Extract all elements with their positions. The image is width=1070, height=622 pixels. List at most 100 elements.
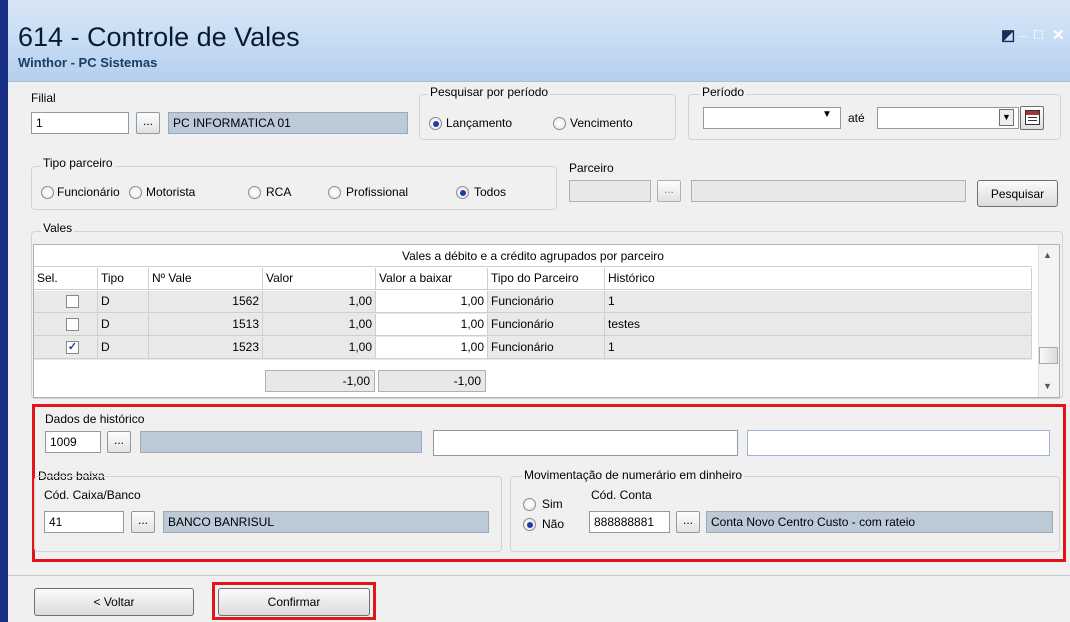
column-header-tipo-parceiro[interactable]: Tipo do Parceiro (488, 268, 605, 290)
parceiro-lookup-button[interactable]: ... (657, 180, 681, 202)
historico-lookup-button[interactable]: ... (107, 431, 131, 453)
radio-profissional-label: Profissional (346, 185, 409, 199)
cell-valor-baixar[interactable]: 1,00 (376, 291, 488, 313)
caixa-name-field: BANCO BANRISUL (163, 511, 489, 533)
cell-valor: 1,00 (263, 337, 376, 359)
cell-tipo: D (98, 291, 149, 313)
historico-field-3[interactable] (747, 430, 1050, 456)
radio-vencimento[interactable] (553, 117, 566, 130)
scrollbar-thumb[interactable] (1039, 347, 1058, 364)
movimentacao-label: Movimentação de numerário em dinheiro (522, 468, 745, 482)
filial-lookup-button[interactable]: ... (136, 112, 160, 134)
parceiro-label: Parceiro (569, 161, 614, 175)
caixa-code-input[interactable]: 41 (44, 511, 124, 533)
historico-field-2[interactable] (433, 430, 738, 456)
periodo-label: Período (700, 85, 747, 99)
cod-conta-label: Cód. Conta (591, 488, 652, 502)
periodo-to-input[interactable] (877, 107, 1019, 129)
dados-historico-label: Dados de histórico (45, 412, 145, 426)
row-checkbox[interactable] (66, 295, 79, 308)
row-select-cell (34, 314, 98, 336)
conta-code-input[interactable]: 888888881 (589, 511, 670, 533)
footer-divider (8, 575, 1070, 576)
conta-name-field: Conta Novo Centro Custo - com rateio (706, 511, 1053, 533)
radio-lancamento-label: Lançamento (446, 116, 513, 130)
column-header-sel[interactable]: Sel. (34, 268, 98, 290)
radio-funcionario[interactable] (41, 186, 54, 199)
caixa-banco-label: Cód. Caixa/Banco (44, 488, 141, 502)
row-select-cell: ✓ (34, 337, 98, 359)
radio-sim[interactable] (523, 498, 536, 511)
window-subtitle: Winthor - PC Sistemas (18, 55, 158, 70)
radio-lancamento[interactable] (429, 117, 442, 130)
cell-tipo: D (98, 314, 149, 336)
column-header-valor[interactable]: Valor (263, 268, 376, 290)
radio-sim-label: Sim (542, 497, 563, 511)
maximize-button[interactable]: □ (1034, 26, 1043, 43)
confirmar-button[interactable]: Confirmar (218, 588, 370, 616)
pesquisar-button[interactable]: Pesquisar (977, 180, 1058, 207)
parceiro-code-input[interactable] (569, 180, 651, 202)
periodo-to-dropdown-icon[interactable]: ▼ (999, 109, 1014, 126)
cell-tipo-parceiro: Funcionário (488, 314, 605, 336)
calendar-button[interactable] (1020, 106, 1044, 130)
radio-rca-label: RCA (266, 185, 292, 199)
conta-lookup-button[interactable]: ... (676, 511, 700, 533)
radio-motorista-label: Motorista (146, 185, 196, 199)
radio-todos[interactable] (456, 186, 469, 199)
column-header-valor-baixar[interactable]: Valor a baixar (376, 268, 488, 290)
filial-name-field: PC INFORMATICA 01 (168, 112, 408, 134)
filial-label: Filial (31, 91, 56, 105)
total-valor: -1,00 (265, 370, 375, 392)
vales-label: Vales (41, 221, 75, 235)
window-left-border (0, 0, 8, 622)
radio-funcionario-label: Funcionário (57, 185, 120, 199)
cell-valor: 1,00 (263, 314, 376, 336)
periodo-ate-label: até (848, 111, 865, 125)
total-valor-baixar: -1,00 (378, 370, 486, 392)
column-header-historico[interactable]: Histórico (605, 268, 1032, 290)
cell-tipo-parceiro: Funcionário (488, 291, 605, 313)
scroll-up-icon[interactable]: ▲ (1043, 250, 1052, 260)
minimize-button[interactable]: _ (1019, 22, 1027, 39)
cell-tipo-parceiro: Funcionário (488, 337, 605, 359)
caixa-lookup-button[interactable]: ... (131, 511, 155, 533)
periodo-from-dropdown-icon[interactable]: ▼ (822, 109, 832, 120)
close-button[interactable]: ✕ (1052, 26, 1065, 44)
column-header-numero[interactable]: Nº Vale (149, 268, 263, 290)
filial-code-input[interactable]: 1 (31, 112, 129, 134)
cell-numero: 1562 (149, 291, 263, 313)
historico-code-input[interactable]: 1009 (45, 431, 101, 453)
radio-motorista[interactable] (129, 186, 142, 199)
calendar-icon (1025, 110, 1040, 125)
radio-vencimento-label: Vencimento (570, 116, 633, 130)
radio-nao-label: Não (542, 517, 565, 531)
cell-historico: 1 (605, 291, 1032, 313)
parceiro-name-field (691, 180, 966, 202)
cell-valor-baixar[interactable]: 1,00 (376, 314, 488, 336)
cell-valor-baixar[interactable]: 1,00 (376, 337, 488, 359)
row-select-cell (34, 291, 98, 313)
voltar-button[interactable]: < Voltar (34, 588, 194, 616)
grid-group-header: Vales a débito e a crédito agrupados por… (34, 245, 1032, 267)
window-title: 614 - Controle de Vales (18, 22, 300, 52)
cell-historico: testes (605, 314, 1032, 336)
column-header-tipo[interactable]: Tipo (98, 268, 149, 290)
historico-name-field (140, 431, 422, 453)
radio-profissional[interactable] (328, 186, 341, 199)
row-checkbox-checked[interactable]: ✓ (66, 341, 79, 354)
radio-nao[interactable] (523, 518, 536, 531)
cell-historico: 1 (605, 337, 1032, 359)
cell-tipo: D (98, 337, 149, 359)
scroll-down-icon[interactable]: ▼ (1043, 381, 1052, 391)
cell-valor: 1,00 (263, 291, 376, 313)
cell-numero: 1523 (149, 337, 263, 359)
help-icon[interactable]: ◩ (1001, 26, 1015, 44)
radio-todos-label: Todos (474, 185, 507, 199)
tipo-parceiro-label: Tipo parceiro (41, 156, 115, 170)
grid-scrollbar[interactable] (1038, 245, 1059, 397)
row-checkbox[interactable] (66, 318, 79, 331)
pesquisar-periodo-label: Pesquisar por período (428, 85, 551, 99)
periodo-from-input[interactable] (703, 107, 841, 129)
radio-rca[interactable] (248, 186, 261, 199)
